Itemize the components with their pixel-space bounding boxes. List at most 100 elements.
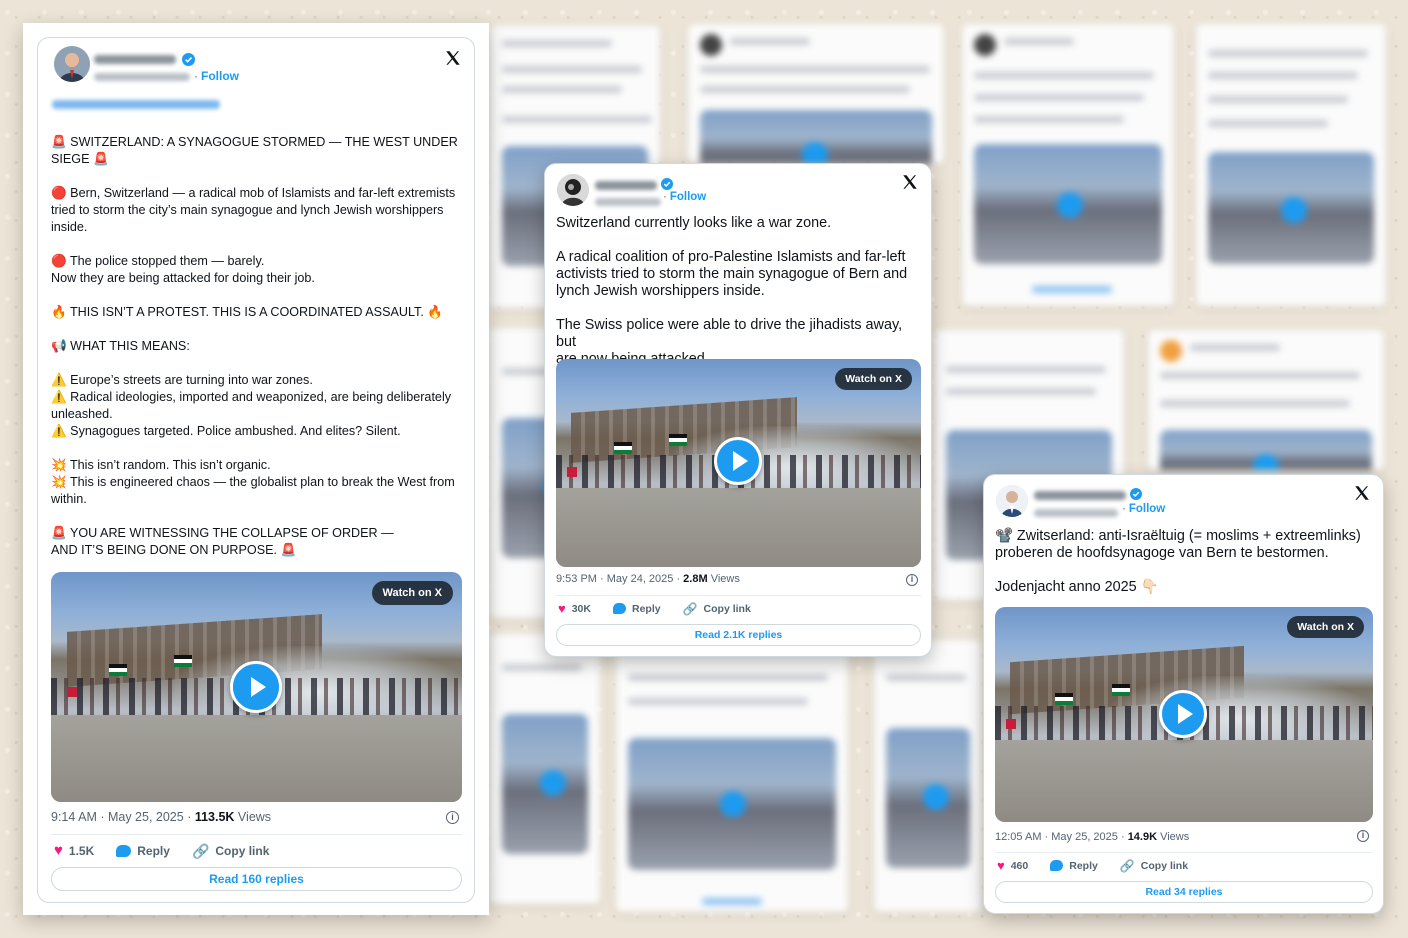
tweet-actions: ♥ 1.5K Reply 🔗 Copy link [54,843,291,858]
x-logo-icon[interactable] [901,173,919,191]
avatar[interactable] [557,174,589,206]
reply-button[interactable]: Reply [612,603,661,615]
blurred-tweet-card [874,640,982,912]
verified-badge-icon [182,53,195,66]
tweet-text-line: within. [51,492,87,506]
tweet-text-line: Now they are being attacked for doing th… [51,271,315,285]
tweet-text-line: ⚠️ Europe’s streets are turning into war… [51,373,313,387]
tweet-text-line: 🚨 SWITZERLAND: A SYNAGOGUE STORMED — THE… [51,135,458,149]
tweet-text: Switzerland currently looks like a war z… [556,215,926,368]
info-icon[interactable]: i [446,811,459,824]
follow-button[interactable]: · Follow [1122,503,1165,515]
read-replies-button[interactable]: Read 2.1K replies [556,624,921,646]
play-icon[interactable] [230,661,282,713]
tweet-actions: ♥ 30K Reply 🔗 Copy link [558,602,773,615]
watch-on-x-button[interactable]: Watch on X [1287,616,1364,638]
reply-bubble-icon [116,844,132,857]
follow-button[interactable]: · Follow [663,191,706,203]
heart-icon: ♥ [997,858,1005,873]
tweet-text-line: ⚠️ Synagogues targeted. Police ambushed.… [51,424,401,438]
tweet-card: · Follow Switzerland currently looks like… [544,163,932,657]
blurred-tweet-card [1148,330,1384,470]
reply-bubble-icon [1050,860,1064,871]
copy-link-button[interactable]: 🔗 Copy link [1120,860,1188,872]
watch-on-x-button[interactable]: Watch on X [371,581,453,605]
tweet-text: 📽️ Zwitserland: anti-Israëltuig (= mosli… [995,528,1379,596]
author-name-redacted [1034,491,1126,500]
video-thumbnail[interactable]: Watch on X [995,607,1373,822]
verified-badge-icon [661,178,673,190]
tweet-timestamp-views: 12:05 AM · May 25, 2025 · 14.9K Views [995,831,1190,843]
tweet-text-line: proberen de hoofdsynagoge van Bern te be… [995,545,1329,561]
reply-bubble-icon [612,603,626,614]
blurred-tweet-card [490,634,600,904]
author-name-redacted [595,181,657,190]
copy-link-button[interactable]: 🔗 Copy link [683,603,751,615]
tweet-text-line: Jodenjacht anno 2025 👇🏻 [995,579,1159,595]
video-thumbnail[interactable]: Watch on X [556,359,921,567]
divider [995,852,1373,853]
tweet-text-line: The Swiss police were able to drive the … [556,317,903,350]
tweet-text-line: Switzerland currently looks like a war z… [556,215,832,231]
blurred-tweet-card [688,24,944,164]
tweet-actions: ♥ 460 Reply 🔗 Copy link [997,859,1210,872]
reply-button[interactable]: Reply [116,844,170,858]
link-icon: 🔗 [191,842,210,859]
tweet-text-line: 🔴 The police stopped them — barely. [51,254,265,268]
tweet-text-line: inside. [51,220,88,234]
watch-on-x-button[interactable]: Watch on X [835,368,912,390]
link-icon: 🔗 [682,601,698,616]
heart-icon: ♥ [54,842,63,859]
tweet-text-line: ⚠️ Radical ideologies, imported and weap… [51,390,452,404]
author-handle-redacted [94,73,190,81]
tweet-text-line: tried to storm the city’s main synagogue… [51,203,444,217]
reply-button[interactable]: Reply [1050,860,1098,872]
tweet-card: · Follow 📽️ Zwitserland: anti-Israëltuig … [983,474,1384,914]
tweet-text-line: AND IT’S BEING DONE ON PURPOSE. 🚨 [51,543,297,557]
blurred-tweet-card [1196,24,1386,306]
follow-button[interactable]: · Follow [194,69,239,83]
like-button[interactable]: ♥ 30K [558,602,591,615]
x-logo-icon[interactable] [1353,484,1371,502]
like-button[interactable]: ♥ 460 [997,859,1028,872]
divider [556,595,921,596]
tweet-text-line: 🔴 Bern, Switzerland — a radical mob of I… [51,186,456,200]
link-icon: 🔗 [1119,858,1135,873]
play-icon[interactable] [1159,690,1207,738]
tweet-header: · Follow [996,485,1366,531]
divider [51,834,462,835]
info-icon[interactable]: i [906,574,918,586]
tweet-text-line: 🔥 THIS ISN’T A PROTEST. THIS IS A COORDI… [51,305,444,319]
tweet-text-line: SIEGE 🚨 [51,152,109,166]
tweet-timestamp-views: 9:53 PM · May 24, 2025 · 2.8M Views [556,573,740,585]
tweet-text-line: 💥 This is engineered chaos — the globali… [51,475,455,489]
like-button[interactable]: ♥ 1.5K [54,843,94,858]
x-logo-icon[interactable] [444,49,462,67]
read-replies-button[interactable]: Read 34 replies [995,881,1373,903]
info-icon[interactable]: i [1357,830,1369,842]
tweet-text-line: A radical coalition of pro-Palestine Isl… [556,249,906,265]
author-name-redacted [94,55,176,64]
tweet-text-line: 🚨 YOU ARE WITNESSING THE COLLAPSE OF ORD… [51,526,394,540]
tweet-card: · Follow 🚨 SWITZERLAND: A SYNAGOGUE STORM… [37,37,475,903]
author-handle-redacted [1034,509,1118,517]
avatar[interactable] [54,46,90,82]
tweet-text-line: 💥 This isn’t random. This isn’t organic. [51,458,271,472]
tweet-text-line: activists tried to storm the main synago… [556,266,908,282]
tweet-header: · Follow [557,174,917,220]
tweet-header: · Follow [54,46,464,92]
tweet-text-line: 📽️ Zwitserland: anti-Israëltuig (= mosli… [995,528,1361,544]
copy-link-button[interactable]: 🔗 Copy link [192,844,269,858]
avatar[interactable] [996,485,1028,517]
blurred-tweet-card [962,24,1174,306]
heart-icon: ♥ [558,601,566,616]
read-replies-button[interactable]: Read 160 replies [51,867,462,891]
tweet-text-line: 📢 WHAT THIS MEANS: [51,339,190,353]
profile-link-redacted[interactable] [52,100,220,109]
video-thumbnail[interactable]: Watch on X [51,572,462,802]
tweet-text-line: lynch Jewish worshippers inside. [556,283,765,299]
play-icon[interactable] [714,437,762,485]
tweet-text-line: unleashed. [51,407,113,421]
author-handle-redacted [595,198,661,206]
tweet-embed-frame: · Follow 🚨 SWITZERLAND: A SYNAGOGUE STORM… [23,23,489,915]
